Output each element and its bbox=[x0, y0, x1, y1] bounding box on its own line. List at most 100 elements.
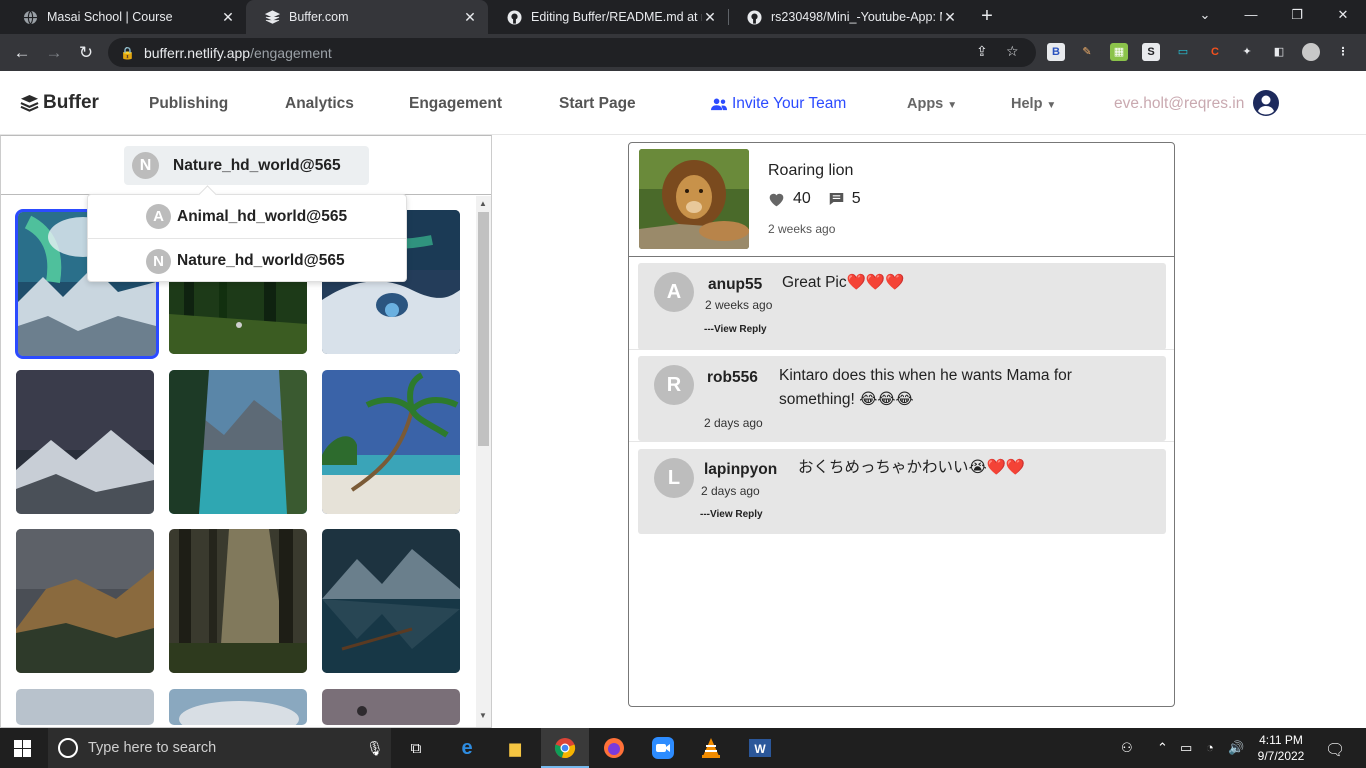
scroll-down-icon[interactable]: ▼ bbox=[479, 711, 487, 720]
close-tab-icon[interactable]: ✕ bbox=[462, 9, 478, 26]
s-extension-icon[interactable]: S bbox=[1142, 43, 1160, 61]
brand-logo[interactable]: Buffer bbox=[20, 92, 99, 114]
browser-tab-masai[interactable]: Masai School | Course ✕ bbox=[4, 0, 246, 34]
reload-icon[interactable]: ↻ bbox=[73, 40, 99, 66]
minimize-icon[interactable]: — bbox=[1228, 0, 1274, 30]
buffer-logo-icon bbox=[20, 94, 39, 112]
night-mountain-image bbox=[16, 370, 154, 514]
firefox-icon[interactable] bbox=[602, 736, 626, 760]
edge-icon[interactable]: e bbox=[455, 736, 479, 760]
post-time: 2 weeks ago bbox=[768, 222, 836, 236]
comment-time: 2 days ago bbox=[701, 484, 760, 498]
extensions-puzzle-icon[interactable]: ✦ bbox=[1238, 43, 1256, 61]
post-thumbnail[interactable] bbox=[16, 529, 154, 673]
post-stats: 40 5 bbox=[768, 190, 879, 208]
profile-avatar[interactable] bbox=[1302, 43, 1320, 61]
close-tab-icon[interactable]: ✕ bbox=[220, 9, 236, 26]
post-thumbnail[interactable] bbox=[322, 689, 460, 725]
post-thumbnail[interactable] bbox=[322, 370, 460, 514]
c-extension-icon[interactable]: C bbox=[1206, 43, 1224, 61]
tab-search-icon[interactable]: ⌄ bbox=[1182, 0, 1228, 30]
account-option-animal[interactable]: A Animal_hd_world@565 bbox=[88, 195, 406, 239]
forward-icon[interactable]: → bbox=[41, 40, 67, 66]
nav-publishing[interactable]: Publishing bbox=[149, 95, 228, 113]
post-image[interactable] bbox=[639, 149, 749, 249]
close-tab-icon[interactable]: ✕ bbox=[702, 9, 718, 26]
comment-icon[interactable] bbox=[829, 192, 844, 206]
battery-icon[interactable]: ▭ bbox=[1180, 740, 1192, 756]
back-icon[interactable]: ← bbox=[9, 40, 35, 66]
zoom-icon[interactable] bbox=[651, 736, 675, 760]
task-view-icon[interactable]: ⧉ bbox=[404, 736, 428, 760]
volume-icon[interactable]: 🔊 bbox=[1228, 740, 1244, 756]
browser-tab-github-readme[interactable]: Editing Buffer/README.md at ma ✕ bbox=[488, 0, 728, 34]
microphone-icon[interactable]: 🎙 bbox=[366, 740, 384, 757]
post-thumbnail[interactable] bbox=[169, 689, 307, 725]
side-panel-icon[interactable]: ◧ bbox=[1270, 43, 1288, 61]
scrollbar-thumb[interactable] bbox=[478, 212, 489, 446]
heart-emojis: ❤️❤️❤️ bbox=[846, 274, 905, 291]
clock-time: 4:11 PM bbox=[1259, 733, 1303, 747]
close-tab-icon[interactable]: ✕ bbox=[942, 9, 958, 26]
post-thumbnail[interactable] bbox=[322, 529, 460, 673]
view-reply-link[interactable]: ---View Reply bbox=[704, 324, 767, 335]
account-option-nature[interactable]: N Nature_hd_world@565 bbox=[88, 239, 406, 283]
kebab-menu-icon[interactable]: ⋮ bbox=[1334, 43, 1352, 61]
close-window-icon[interactable]: ✕ bbox=[1320, 0, 1366, 30]
grid-scrollbar[interactable]: ▲ ▼ bbox=[476, 196, 491, 727]
comment-text-body: Great Pic bbox=[782, 274, 847, 291]
bootstrap-extension-icon[interactable]: B bbox=[1047, 43, 1065, 61]
comment-username[interactable]: lapinpyon bbox=[704, 461, 777, 479]
cloud-image bbox=[169, 689, 307, 725]
pen-extension-icon[interactable]: ✎ bbox=[1078, 43, 1096, 61]
caret-down-icon: ▼ bbox=[1046, 100, 1057, 111]
tab-title: rs230498/Mini_-Youtube-App: M bbox=[771, 10, 942, 24]
app-navbar: Buffer Publishing Analytics Engagement S… bbox=[0, 71, 1366, 135]
heart-icon[interactable] bbox=[768, 192, 785, 207]
word-icon[interactable]: W bbox=[748, 736, 772, 760]
scroll-up-icon[interactable]: ▲ bbox=[479, 199, 487, 208]
user-circle-icon[interactable] bbox=[1253, 90, 1279, 116]
apps-dropdown[interactable]: Apps ▼ bbox=[907, 96, 957, 112]
post-thumbnail[interactable] bbox=[169, 529, 307, 673]
selected-account-name: Nature_hd_world@565 bbox=[173, 156, 341, 174]
caret-down-icon: ▼ bbox=[947, 100, 958, 111]
comment-username[interactable]: anup55 bbox=[708, 276, 762, 294]
view-reply-link[interactable]: ---View Reply bbox=[700, 509, 763, 520]
help-dropdown[interactable]: Help ▼ bbox=[1011, 96, 1056, 112]
comment-time: 2 days ago bbox=[704, 416, 763, 430]
nav-start-page[interactable]: Start Page bbox=[559, 95, 636, 113]
grid-extension-icon[interactable]: ▦ bbox=[1110, 43, 1128, 61]
people-icon[interactable]: ⚇ bbox=[1121, 740, 1133, 756]
browser-tab-github-youtube[interactable]: rs230498/Mini_-Youtube-App: M ✕ bbox=[728, 0, 968, 34]
vlc-icon[interactable] bbox=[699, 736, 723, 760]
bookmark-star-icon[interactable]: ☆ bbox=[1006, 43, 1019, 60]
taskbar-search[interactable]: Type here to search 🎙 bbox=[48, 728, 391, 768]
wifi-icon[interactable]: ◔ bbox=[1206, 740, 1214, 755]
url-host: bufferr.netlify.app bbox=[143, 44, 251, 61]
show-hidden-icons-chevron[interactable]: ⌃ bbox=[1157, 740, 1168, 756]
mountain-lake-reflection-image bbox=[322, 529, 460, 673]
invite-team-link[interactable]: Invite Your Team bbox=[711, 95, 846, 113]
account-selector[interactable]: N Nature_hd_world@565 bbox=[124, 146, 369, 185]
new-tab-button[interactable]: + bbox=[976, 5, 998, 27]
post-thumbnail[interactable] bbox=[16, 370, 154, 514]
comment-divider bbox=[629, 441, 1174, 442]
battery-extension-icon[interactable]: ▭ bbox=[1174, 43, 1192, 61]
likes-count: 40 bbox=[793, 190, 811, 207]
post-thumbnail[interactable] bbox=[169, 370, 307, 514]
chrome-icon[interactable] bbox=[553, 736, 577, 760]
windows-start-icon[interactable] bbox=[14, 740, 31, 757]
nav-analytics[interactable]: Analytics bbox=[285, 95, 354, 113]
browser-tab-buffer[interactable]: Buffer.com ✕ bbox=[246, 0, 488, 34]
nav-engagement[interactable]: Engagement bbox=[409, 95, 502, 113]
tab-title: Editing Buffer/README.md at ma bbox=[531, 10, 702, 24]
file-explorer-icon[interactable]: ▆ bbox=[503, 736, 527, 760]
post-thumbnail[interactable] bbox=[16, 689, 154, 725]
comment-username[interactable]: rob556 bbox=[707, 369, 758, 387]
notifications-icon[interactable]: 🗨 bbox=[1325, 740, 1345, 760]
taskbar-clock[interactable]: 4:11 PM 9/7/2022 bbox=[1252, 732, 1310, 764]
address-bar[interactable]: 🔒 bufferr.netlify.app/engagement ⇪ ☆ bbox=[108, 38, 1036, 67]
share-icon[interactable]: ⇪ bbox=[976, 43, 988, 60]
restore-icon[interactable]: ❐ bbox=[1274, 0, 1320, 30]
